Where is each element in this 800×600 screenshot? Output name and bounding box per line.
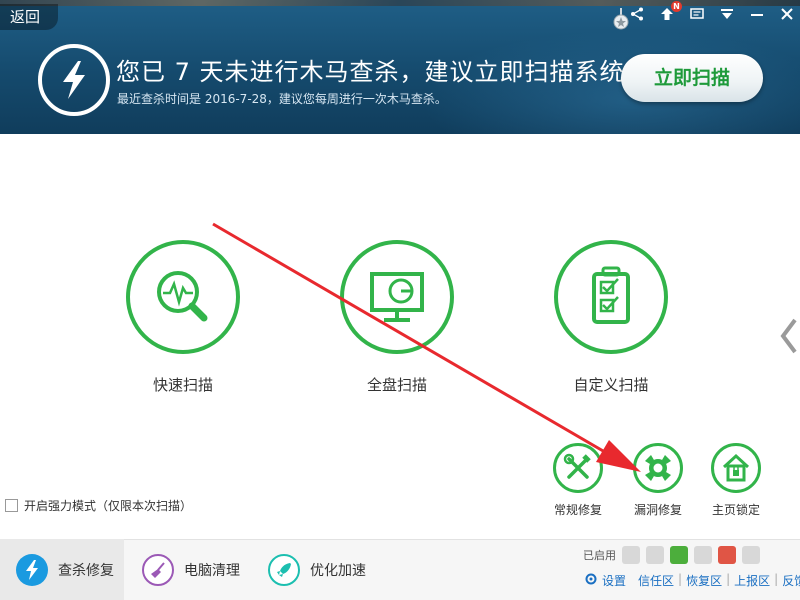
false-positive-feedback-link[interactable]: 反馈误报 xyxy=(782,572,800,589)
tab-pc-cleanup[interactable]: 电脑清理 xyxy=(126,539,246,600)
custom-scan-label: 自定义扫描 xyxy=(573,376,649,394)
notification-badge: N xyxy=(671,0,682,12)
force-mode-option: 开启强力模式（仅限本次扫描） xyxy=(5,497,192,514)
full-scan-label: 全盘扫描 xyxy=(366,376,427,394)
home-lock-icon xyxy=(711,443,761,493)
back-button[interactable]: 返回 xyxy=(0,4,58,30)
menu-icon[interactable] xyxy=(718,7,736,26)
rocket-icon xyxy=(268,553,300,586)
feedback-icon[interactable] xyxy=(688,7,706,26)
quick-scan-label: 快速扫描 xyxy=(152,376,213,394)
lightning-icon xyxy=(38,44,110,116)
window-controls: N xyxy=(628,0,796,26)
lightning-tab-icon xyxy=(16,553,48,586)
tab-scan-repair[interactable]: 查杀修复 xyxy=(0,539,124,600)
enabled-protections: 已启用 xyxy=(583,546,760,564)
homepage-lock-label: 主页锁定 xyxy=(711,503,760,517)
settings-link[interactable]: 设置 xyxy=(602,572,626,589)
magnifier-pulse-icon xyxy=(126,240,240,354)
scan-now-button[interactable]: 立即扫描 xyxy=(621,54,763,102)
force-mode-label: 开启强力模式（仅限本次扫描） xyxy=(24,499,193,513)
last-scan-info: 最近查杀时间是 2016-7-28，建议您每周进行一次木马查杀。 xyxy=(117,92,447,106)
wrench-screwdriver-icon xyxy=(553,443,603,493)
chevron-left-icon[interactable] xyxy=(779,318,799,354)
broom-icon xyxy=(142,553,174,586)
tab-optimize[interactable]: 优化加速 xyxy=(252,539,372,600)
routine-repair-label: 常规修复 xyxy=(553,503,602,517)
force-mode-checkbox[interactable] xyxy=(5,499,18,512)
patch-icon xyxy=(633,443,683,493)
enabled-label: 已启用 xyxy=(583,549,616,562)
minimize-icon[interactable] xyxy=(748,7,766,26)
full-scan-card[interactable]: 全盘扫描 xyxy=(340,240,454,395)
quick-scan-card[interactable]: 快速扫描 xyxy=(126,240,240,395)
routine-repair-button[interactable]: 常规修复 xyxy=(543,443,613,518)
tab-scan-repair-label: 查杀修复 xyxy=(58,562,114,579)
close-icon[interactable] xyxy=(778,7,796,26)
vulnerability-fix-label: 漏洞修复 xyxy=(633,503,682,517)
gear-icon[interactable] xyxy=(584,572,598,586)
tab-optimize-label: 优化加速 xyxy=(310,562,366,579)
engine-icon[interactable] xyxy=(742,546,760,564)
restore-zone-link[interactable]: 恢复区 xyxy=(686,572,722,589)
footer-links: 设置 信任区 | 恢复区 | 上报区 | 反馈误报 xyxy=(584,572,800,589)
vulnerability-fix-button[interactable]: 漏洞修复 xyxy=(623,443,693,518)
checklist-icon xyxy=(554,240,668,354)
engine-icon[interactable] xyxy=(646,546,664,564)
header-banner: 返回 N 您已 7 天未进行木马查杀，建议立即扫描系统 最近查杀时间是 2016… xyxy=(0,0,800,134)
upgrade-icon[interactable]: N xyxy=(658,0,682,26)
trust-zone-link[interactable]: 信任区 xyxy=(638,572,674,589)
homepage-lock-button[interactable]: 主页锁定 xyxy=(701,443,771,518)
page-title: 您已 7 天未进行木马查杀，建议立即扫描系统 xyxy=(116,58,625,86)
engine-icon[interactable] xyxy=(670,546,688,564)
engine-icon[interactable] xyxy=(718,546,736,564)
monitor-icon xyxy=(340,240,454,354)
engine-icon[interactable] xyxy=(694,546,712,564)
report-zone-link[interactable]: 上报区 xyxy=(734,572,770,589)
share-icon[interactable] xyxy=(628,7,646,26)
tab-pc-cleanup-label: 电脑清理 xyxy=(184,562,240,579)
engine-icon[interactable] xyxy=(622,546,640,564)
custom-scan-card[interactable]: 自定义扫描 xyxy=(554,240,668,395)
